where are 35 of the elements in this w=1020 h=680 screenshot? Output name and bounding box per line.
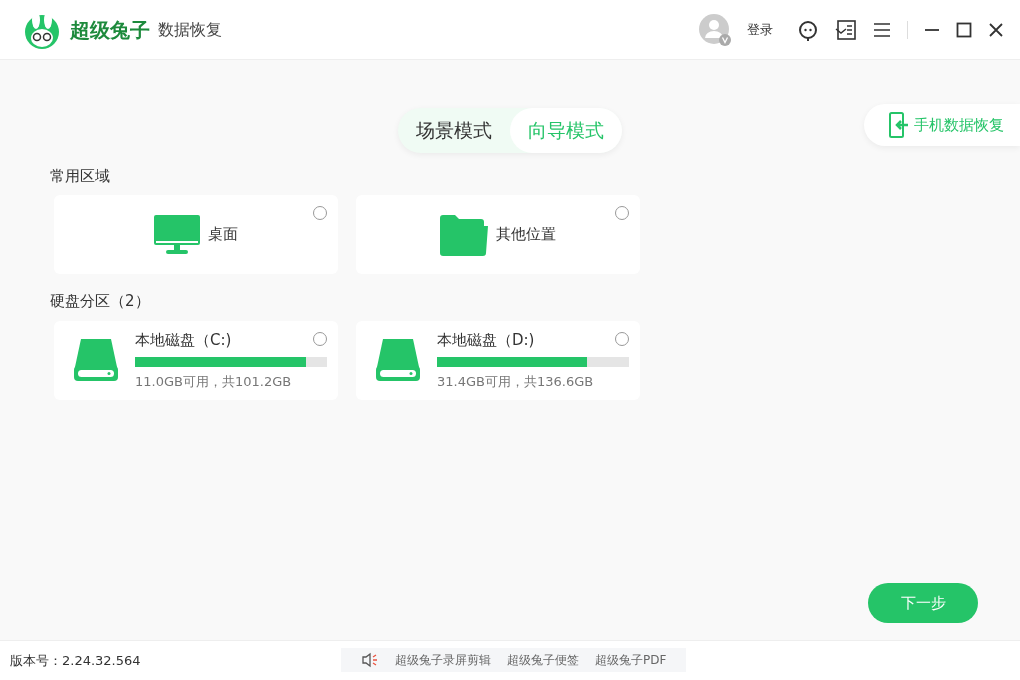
usage-text: 31.4GB可用，共136.6GB: [437, 372, 595, 391]
radio-button[interactable]: [615, 206, 629, 220]
footer-link[interactable]: 超级兔子便签: [507, 651, 579, 669]
login-link[interactable]: 登录: [747, 19, 773, 40]
usage-text: 11.0GB可用，共101.2GB: [135, 372, 293, 391]
maximize-icon[interactable]: [956, 21, 972, 38]
product-name: 数据恢复: [158, 18, 222, 41]
mode-tab[interactable]: 场景模式: [398, 108, 510, 153]
footer-link[interactable]: 超级兔子PDF: [595, 651, 667, 669]
support-chat-icon[interactable]: [797, 18, 819, 41]
menu-icon[interactable]: [873, 21, 891, 38]
section-title: 硬盘分区（2）: [50, 291, 151, 312]
location-label: 其他位置: [496, 224, 556, 246]
location-label: 桌面: [208, 224, 238, 246]
radio-button[interactable]: [313, 206, 327, 220]
section-title: 常用区域: [50, 165, 111, 187]
brand-name: 超级兔子: [70, 16, 150, 44]
disk-label: 本地磁盘（D:): [437, 330, 535, 351]
close-icon[interactable]: [988, 21, 1004, 38]
version-text: 版本号：2.24.32.564: [10, 651, 141, 670]
speaker-icon: [361, 652, 379, 668]
disk-card[interactable]: 本地磁盘（D:) 31.4GB可用，共136.6GB: [356, 320, 640, 400]
feedback-icon[interactable]: [835, 18, 857, 41]
footer-link[interactable]: 超级兔子录屏剪辑: [395, 651, 491, 669]
location-card[interactable]: 其他位置: [356, 195, 640, 274]
location-card[interactable]: 桌面: [54, 195, 338, 274]
phone-icon: [888, 112, 910, 138]
hard-drive-icon: [375, 339, 421, 381]
disk-label: 本地磁盘（C:): [135, 330, 232, 351]
radio-button[interactable]: [615, 331, 629, 346]
hard-drive-icon: [73, 339, 119, 381]
disk-card[interactable]: 本地磁盘（C:) 11.0GB可用，共101.2GB: [54, 320, 338, 400]
monitor-icon: [154, 214, 200, 255]
radio-button[interactable]: [313, 331, 327, 346]
folder-icon: [440, 213, 488, 256]
